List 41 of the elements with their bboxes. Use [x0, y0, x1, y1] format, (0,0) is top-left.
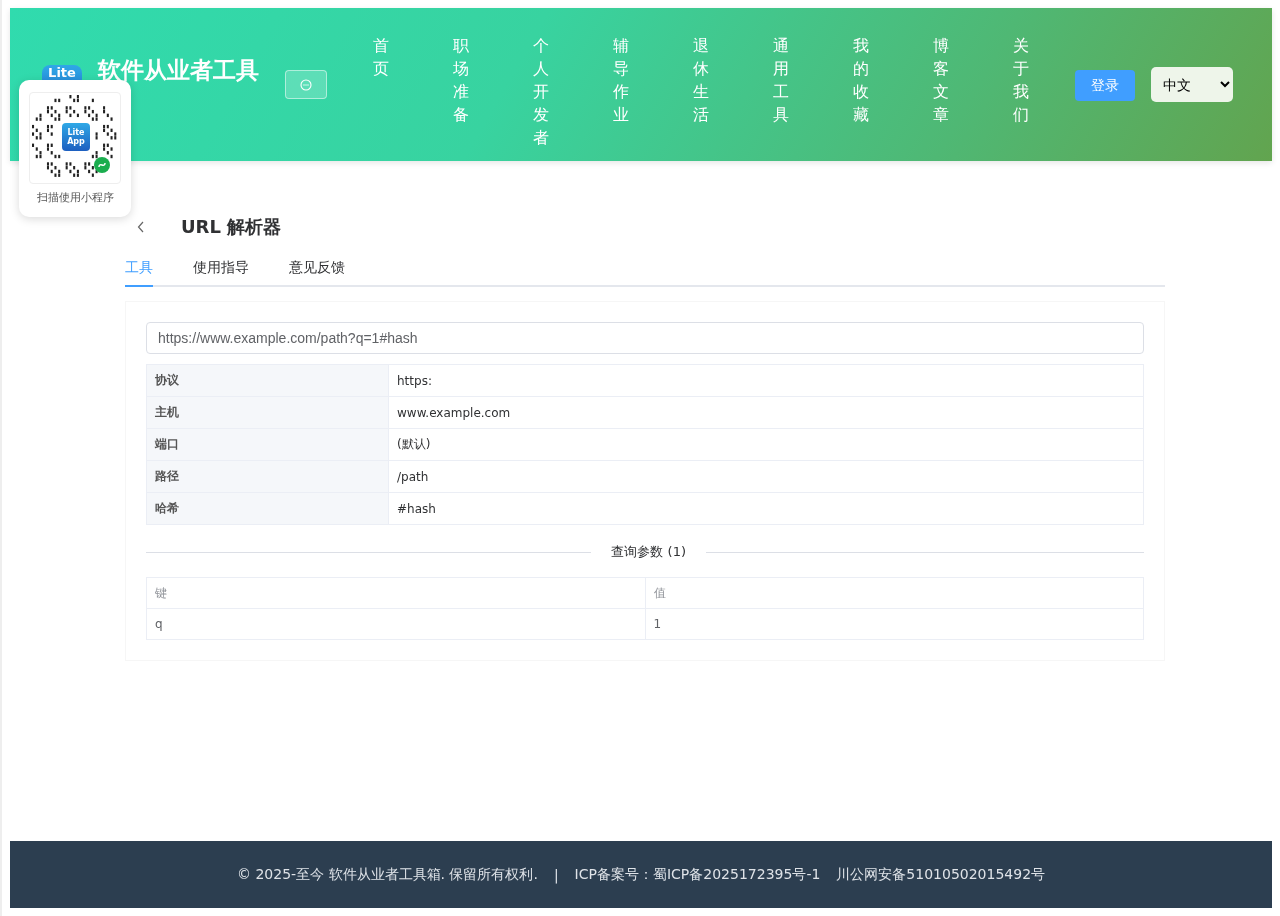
- url-input-field[interactable]: https://www.example.com/path?q=1#hash: [146, 322, 1144, 354]
- tab[interactable]: 意见反馈: [289, 259, 345, 287]
- police-record-link[interactable]: 川公网安备51010502015492号: [836, 865, 1046, 884]
- table-cell: q: [146, 608, 645, 640]
- nav-link[interactable]: 博客文章: [933, 34, 949, 149]
- nav-link[interactable]: 辅导作业: [613, 34, 629, 149]
- field-value-cell: (默认): [388, 428, 1144, 461]
- qr-logo-text: App: [67, 137, 85, 146]
- nav-link[interactable]: 关于我们: [1013, 34, 1029, 149]
- nav-link[interactable]: 通用工具: [773, 34, 789, 149]
- qr-logo-text: Lite: [67, 128, 85, 137]
- page-title: URL 解析器: [181, 215, 282, 239]
- link-badge-icon: [94, 157, 110, 173]
- field-label-cell: 哈希: [146, 492, 389, 525]
- nav-link[interactable]: 退休生活: [693, 34, 709, 149]
- separator-text: |: [553, 866, 559, 883]
- tab[interactable]: 使用指导: [193, 259, 249, 287]
- nav-link[interactable]: 职场准备: [453, 34, 469, 149]
- tab[interactable]: 工具: [125, 259, 153, 287]
- language-select[interactable]: 中文: [1151, 67, 1233, 102]
- login-button[interactable]: 登录: [1075, 70, 1135, 101]
- column-header: 键: [146, 577, 645, 609]
- nav-link[interactable]: 个人开发者: [533, 34, 549, 149]
- copyright-text: © 2025-至今 软件从业者工具箱. 保留所有权利.: [236, 865, 538, 884]
- icp-link[interactable]: ICP备案号：蜀ICP备2025172395号-1: [574, 865, 821, 884]
- qr-caption: 扫描使用小程序: [36, 190, 114, 205]
- back-chevron-icon[interactable]: [137, 221, 145, 233]
- table-cell: 1: [645, 608, 1144, 640]
- field-label-cell: 主机: [146, 396, 389, 429]
- field-label-cell: 路径: [146, 460, 389, 493]
- column-header: 值: [645, 577, 1144, 609]
- field-value-cell: /path: [388, 460, 1144, 493]
- field-label-cell: 协议: [146, 364, 389, 397]
- field-value-cell: https:: [388, 364, 1144, 397]
- query-params-heading: 查询参数 (1): [610, 543, 687, 561]
- field-label-cell: 端口: [146, 428, 389, 461]
- site-title: 软件从业者工具: [98, 56, 259, 85]
- field-value-cell: #hash: [388, 492, 1144, 525]
- nav-link[interactable]: 我的收藏: [853, 34, 869, 149]
- field-value-cell: www.example.com: [388, 396, 1144, 429]
- nav-link[interactable]: 首页: [373, 34, 389, 149]
